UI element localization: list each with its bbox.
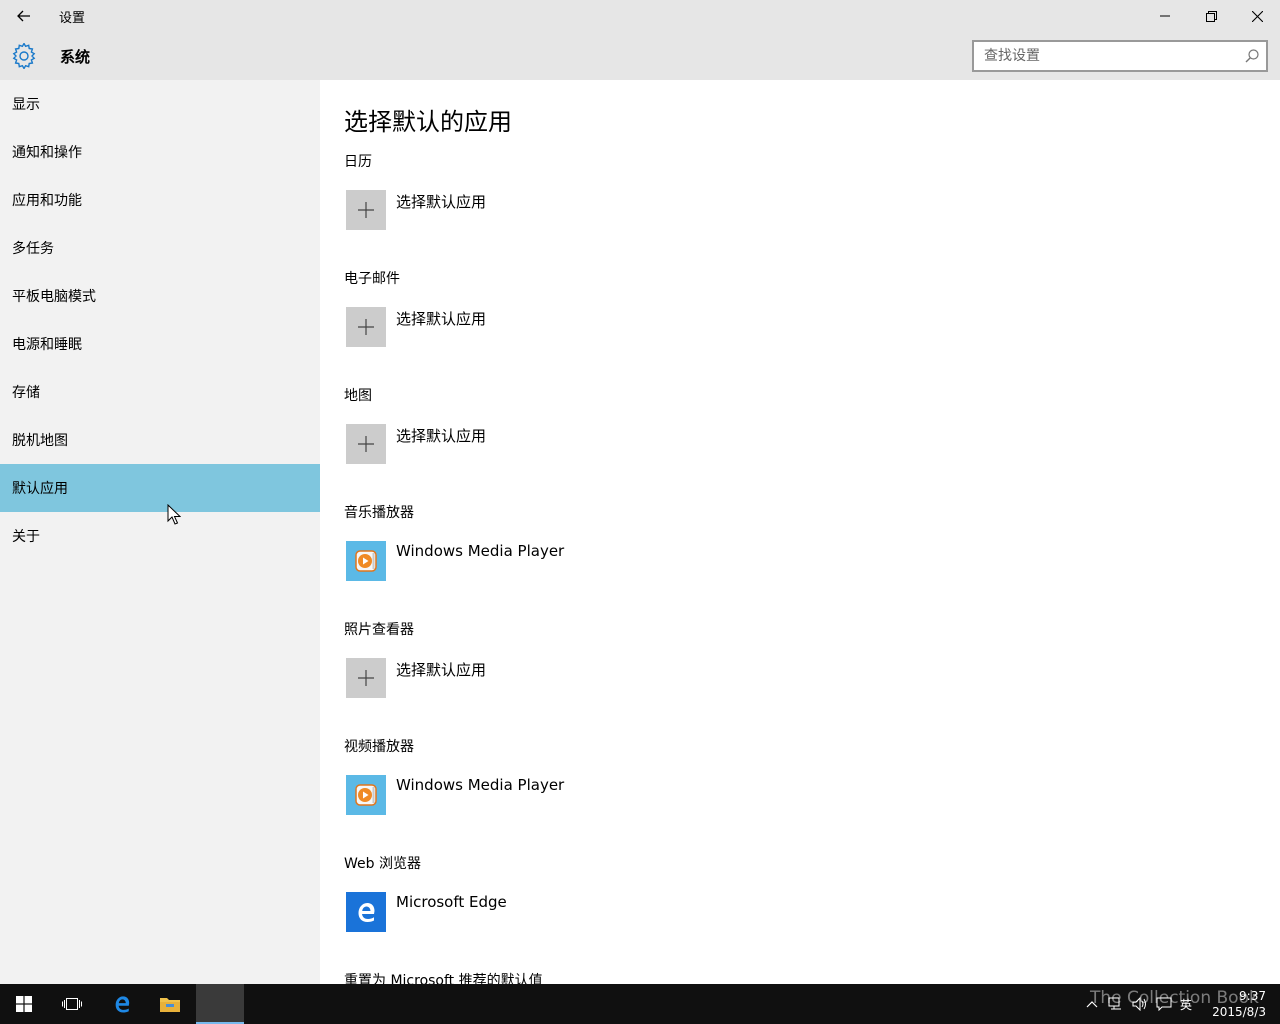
reset-defaults-label: 重置为 Microsoft 推荐的默认值 xyxy=(344,973,543,984)
category-label-maps: 地图 xyxy=(344,388,372,404)
sidebar-item-label: 默认应用 xyxy=(12,481,68,497)
taskbar: The Collection Book 英 9:37 2015/8/3 xyxy=(0,984,1280,1024)
sidebar-item-label: 关于 xyxy=(12,529,40,545)
app-name: 选择默认应用 xyxy=(396,193,487,211)
app-name: Microsoft Edge xyxy=(396,893,507,911)
chevron-up-icon[interactable] xyxy=(1086,999,1098,1009)
windows-media-player-icon xyxy=(346,775,386,815)
settings-header: 系统 xyxy=(0,32,1280,80)
minimize-button[interactable] xyxy=(1142,0,1188,32)
sidebar-item-label: 多任务 xyxy=(12,241,54,257)
clock-date: 2015/8/3 xyxy=(1212,1005,1266,1019)
category-label-music-player: 音乐播放器 xyxy=(344,505,414,521)
action-center-icon[interactable] xyxy=(1156,997,1172,1011)
default-app-music-player[interactable]: Windows Media Player xyxy=(346,541,746,581)
back-arrow-icon xyxy=(17,10,30,22)
search-icon[interactable] xyxy=(1244,48,1260,64)
back-button[interactable] xyxy=(0,0,48,32)
folder-icon xyxy=(160,998,180,1012)
sidebar-item-label: 显示 xyxy=(12,97,40,113)
sidebar-item-power-sleep[interactable]: 电源和睡眠 xyxy=(0,320,320,368)
app-name: 选择默认应用 xyxy=(396,310,487,328)
default-app-calendar[interactable]: 选择默认应用 xyxy=(346,190,746,230)
section-title: 系统 xyxy=(60,48,91,66)
category-label-photo-viewer: 照片查看器 xyxy=(344,622,414,638)
taskbar-file-explorer-button[interactable] xyxy=(146,984,194,1024)
volume-icon[interactable] xyxy=(1132,997,1148,1011)
page-title: 选择默认的应用 xyxy=(344,108,512,136)
app-name: 选择默认应用 xyxy=(396,427,487,445)
app-name: Windows Media Player xyxy=(396,542,565,560)
category-label-calendar: 日历 xyxy=(344,154,372,170)
sidebar-item-label: 平板电脑模式 xyxy=(12,289,96,305)
gear-icon xyxy=(12,43,36,69)
default-app-email[interactable]: 选择默认应用 xyxy=(346,307,746,347)
sidebar-item-label: 通知和操作 xyxy=(12,145,82,161)
sidebar-item-label: 应用和功能 xyxy=(12,193,82,209)
plus-icon xyxy=(346,658,386,698)
default-app-web-browser[interactable]: Microsoft Edge xyxy=(346,892,746,932)
start-button[interactable] xyxy=(0,984,48,1024)
taskbar-edge-button[interactable] xyxy=(98,984,146,1024)
title-bar: 设置 xyxy=(0,0,1280,32)
sidebar-item-offline-maps[interactable]: 脱机地图 xyxy=(0,416,320,464)
close-button[interactable] xyxy=(1234,0,1280,32)
clock-time: 9:37 xyxy=(1239,989,1266,1003)
sidebar-item-label: 电源和睡眠 xyxy=(12,337,82,353)
default-app-maps[interactable]: 选择默认应用 xyxy=(346,424,746,464)
sidebar-item-storage[interactable]: 存储 xyxy=(0,368,320,416)
minimize-icon xyxy=(1160,15,1170,17)
sidebar-item-tablet-mode[interactable]: 平板电脑模式 xyxy=(0,272,320,320)
taskbar-settings-button[interactable] xyxy=(196,984,244,1024)
input-method-indicator[interactable]: 英 xyxy=(1180,996,1192,1013)
category-label-email: 电子邮件 xyxy=(344,271,400,287)
network-icon[interactable] xyxy=(1108,997,1124,1011)
sidebar-item-label: 脱机地图 xyxy=(12,433,68,449)
close-icon xyxy=(1251,10,1263,22)
category-label-video-player: 视频播放器 xyxy=(344,739,414,755)
default-app-video-player[interactable]: Windows Media Player xyxy=(346,775,746,815)
search-input[interactable] xyxy=(974,42,1234,70)
plus-icon xyxy=(346,307,386,347)
window-title: 设置 xyxy=(59,11,86,26)
task-view-button[interactable] xyxy=(48,984,96,1024)
search-box[interactable] xyxy=(972,40,1268,72)
main-content: 选择默认的应用 日历 选择默认应用 电子邮件 选择默认应用 地图 选择默认应用 … xyxy=(320,80,1280,984)
sidebar: 显示 通知和操作 应用和功能 多任务 平板电脑模式 电源和睡眠 存储 脱机地图 … xyxy=(0,80,320,984)
plus-icon xyxy=(346,190,386,230)
sidebar-item-default-apps[interactable]: 默认应用 xyxy=(0,464,320,512)
sidebar-item-label: 存储 xyxy=(12,385,40,401)
sidebar-item-display[interactable]: 显示 xyxy=(0,80,320,128)
edge-icon xyxy=(115,996,130,1013)
restore-button[interactable] xyxy=(1188,0,1234,32)
default-app-photo-viewer[interactable]: 选择默认应用 xyxy=(346,658,746,698)
sidebar-item-multitasking[interactable]: 多任务 xyxy=(0,224,320,272)
task-view-icon xyxy=(62,998,82,1010)
app-name: 选择默认应用 xyxy=(396,661,487,679)
windows-logo-icon xyxy=(16,996,32,1012)
category-label-web-browser: Web 浏览器 xyxy=(344,856,421,872)
edge-icon xyxy=(346,892,386,932)
app-name: Windows Media Player xyxy=(396,776,565,794)
plus-icon xyxy=(346,424,386,464)
mouse-cursor-icon xyxy=(167,504,181,525)
restore-icon xyxy=(1205,10,1217,22)
clock[interactable]: 9:37 2015/8/3 xyxy=(1212,988,1266,1020)
system-tray: 英 xyxy=(1086,984,1192,1024)
sidebar-item-about[interactable]: 关于 xyxy=(0,512,320,560)
sidebar-item-apps-features[interactable]: 应用和功能 xyxy=(0,176,320,224)
sidebar-item-notifications[interactable]: 通知和操作 xyxy=(0,128,320,176)
windows-media-player-icon xyxy=(346,541,386,581)
